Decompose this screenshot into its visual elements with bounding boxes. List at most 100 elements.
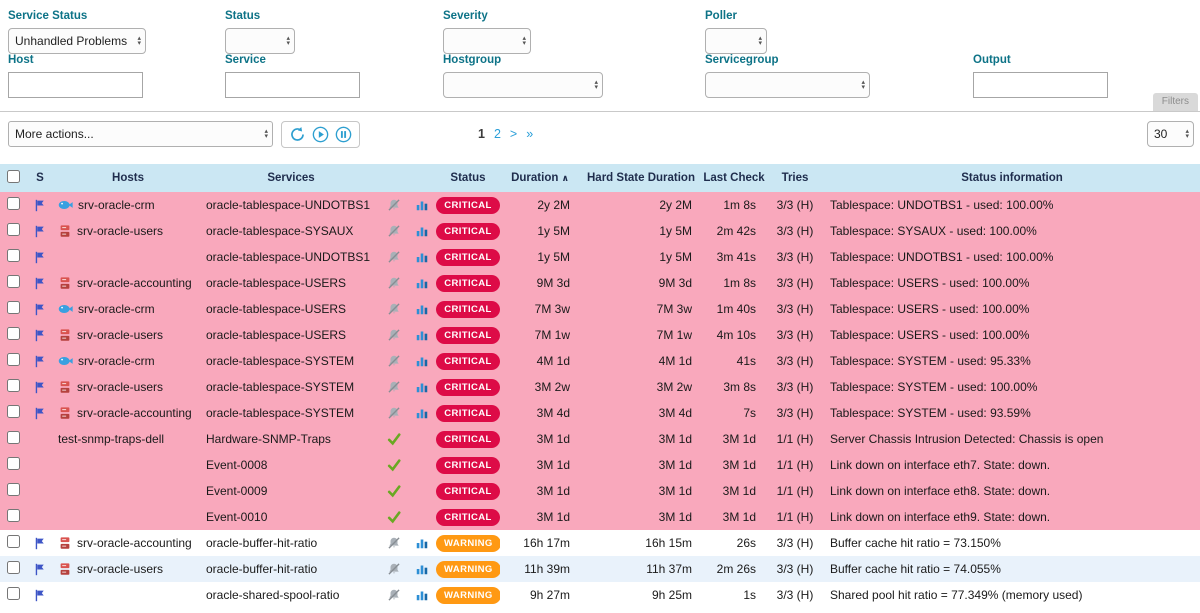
col-header-tries[interactable]: Tries <box>766 164 824 192</box>
pause-icon[interactable] <box>335 126 352 143</box>
row-checkbox[interactable] <box>7 509 20 522</box>
service-link[interactable]: oracle-buffer-hit-ratio <box>206 562 317 576</box>
service-link[interactable]: oracle-tablespace-UNDOTBS1 <box>206 250 370 264</box>
chart-icon[interactable] <box>415 276 429 290</box>
filters-button[interactable]: Filters <box>1153 93 1198 111</box>
chart-icon[interactable] <box>415 302 429 316</box>
chart-icon[interactable] <box>415 224 429 238</box>
refresh-icon[interactable] <box>289 126 306 143</box>
host-link[interactable]: srv-oracle-accounting <box>77 406 192 420</box>
table-row: srv-oracle-accounting oracle-tablespace-U… <box>0 270 1200 296</box>
row-checkbox[interactable] <box>7 587 20 600</box>
col-header-duration[interactable]: Duration ∧ <box>500 164 580 192</box>
service-link[interactable]: Hardware-SNMP-Traps <box>206 432 331 446</box>
service-link[interactable]: Event-0010 <box>206 510 267 524</box>
severity-select[interactable] <box>443 28 531 54</box>
status-info-cell: Tablespace: USERS - used: 100.00% <box>824 270 1200 296</box>
col-header-services[interactable]: Services <box>202 164 380 192</box>
page-2[interactable]: 2 <box>494 127 501 141</box>
row-flag-cell <box>26 244 54 270</box>
chart-icon[interactable] <box>415 562 429 576</box>
row-checkbox[interactable] <box>7 405 20 418</box>
host-app-blue-icon <box>58 199 73 211</box>
status-select[interactable] <box>225 28 295 54</box>
service-input[interactable] <box>225 72 360 98</box>
service-link[interactable]: oracle-tablespace-USERS <box>206 328 346 342</box>
service-link[interactable]: oracle-tablespace-UNDOTBS1 <box>206 198 370 212</box>
more-actions-select[interactable]: More actions... <box>8 121 273 147</box>
col-header-hosts[interactable]: Hosts <box>54 164 202 192</box>
tries-cell: 1/1 (H) <box>766 478 824 504</box>
row-checkbox[interactable] <box>7 275 20 288</box>
host-server-red-icon <box>58 562 72 576</box>
service-link[interactable]: oracle-tablespace-SYSTEM <box>206 354 354 368</box>
filter-panel: Service Status Unhandled Problems Status… <box>0 0 1200 112</box>
host-server-red-icon <box>58 406 72 420</box>
chart-icon[interactable] <box>415 354 429 368</box>
duration-cell: 1y 5M <box>500 218 580 244</box>
graph-cell <box>408 270 436 296</box>
row-checkbox[interactable] <box>7 327 20 340</box>
host-link[interactable]: test-snmp-traps-dell <box>58 432 164 446</box>
row-checkbox[interactable] <box>7 457 20 470</box>
row-checkbox[interactable] <box>7 197 20 210</box>
next-page[interactable]: > <box>510 127 517 141</box>
poller-select[interactable] <box>705 28 767 54</box>
chart-icon[interactable] <box>415 250 429 264</box>
select-all-checkbox[interactable] <box>7 170 20 183</box>
host-link[interactable]: srv-oracle-crm <box>78 354 155 368</box>
host-link[interactable]: srv-oracle-users <box>77 562 163 576</box>
row-checkbox[interactable] <box>7 483 20 496</box>
host-link[interactable]: srv-oracle-accounting <box>77 276 192 290</box>
row-checkbox[interactable] <box>7 353 20 366</box>
page-1[interactable]: 1 <box>478 127 485 141</box>
status-cell: WARNING <box>436 530 500 556</box>
last-page[interactable]: » <box>526 127 533 141</box>
hard-state-duration-cell: 3M 1d <box>580 478 702 504</box>
host-link[interactable]: srv-oracle-crm <box>78 302 155 316</box>
servicegroup-select[interactable] <box>705 72 870 98</box>
output-input[interactable] <box>973 72 1108 98</box>
service-link[interactable]: oracle-tablespace-SYSTEM <box>206 380 354 394</box>
service-status-select[interactable]: Unhandled Problems <box>8 28 146 54</box>
col-header-s[interactable]: S <box>26 164 54 192</box>
service-link[interactable]: oracle-tablespace-SYSTEM <box>206 406 354 420</box>
col-header-status-information[interactable]: Status information <box>824 164 1200 192</box>
host-link[interactable]: srv-oracle-users <box>77 380 163 394</box>
chart-icon[interactable] <box>415 588 429 602</box>
service-link[interactable]: Event-0009 <box>206 484 267 498</box>
row-checkbox[interactable] <box>7 535 20 548</box>
host-link[interactable]: srv-oracle-users <box>77 328 163 342</box>
chart-icon[interactable] <box>415 536 429 550</box>
service-link[interactable]: oracle-buffer-hit-ratio <box>206 536 317 550</box>
host-link[interactable]: srv-oracle-crm <box>78 198 155 212</box>
page-size-select[interactable]: 30 <box>1147 121 1194 147</box>
flag-icon <box>34 537 47 550</box>
service-link[interactable]: oracle-tablespace-SYSAUX <box>206 224 353 238</box>
chart-icon[interactable] <box>415 328 429 342</box>
row-checkbox[interactable] <box>7 223 20 236</box>
row-checkbox[interactable] <box>7 301 20 314</box>
service-link[interactable]: Event-0008 <box>206 458 267 472</box>
service-link[interactable]: oracle-tablespace-USERS <box>206 276 346 290</box>
service-link[interactable]: oracle-tablespace-USERS <box>206 302 346 316</box>
chart-icon[interactable] <box>415 380 429 394</box>
host-input[interactable] <box>8 72 143 98</box>
hostgroup-select[interactable] <box>443 72 603 98</box>
host-link[interactable]: srv-oracle-users <box>77 224 163 238</box>
play-icon[interactable] <box>312 126 329 143</box>
status-cell: CRITICAL <box>436 348 500 374</box>
host-link[interactable]: srv-oracle-accounting <box>77 536 192 550</box>
chart-icon[interactable] <box>415 198 429 212</box>
row-checkbox[interactable] <box>7 561 20 574</box>
hard-state-duration-cell: 7M 3w <box>580 296 702 322</box>
col-header-hard-state-duration[interactable]: Hard State Duration <box>580 164 702 192</box>
col-header-status[interactable]: Status <box>436 164 500 192</box>
row-checkbox[interactable] <box>7 431 20 444</box>
chart-icon[interactable] <box>415 406 429 420</box>
col-header-last-check[interactable]: Last Check <box>702 164 766 192</box>
row-checkbox[interactable] <box>7 379 20 392</box>
row-checkbox[interactable] <box>7 249 20 262</box>
service-link[interactable]: oracle-shared-spool-ratio <box>206 588 339 602</box>
hard-state-duration-cell: 2y 2M <box>580 192 702 218</box>
